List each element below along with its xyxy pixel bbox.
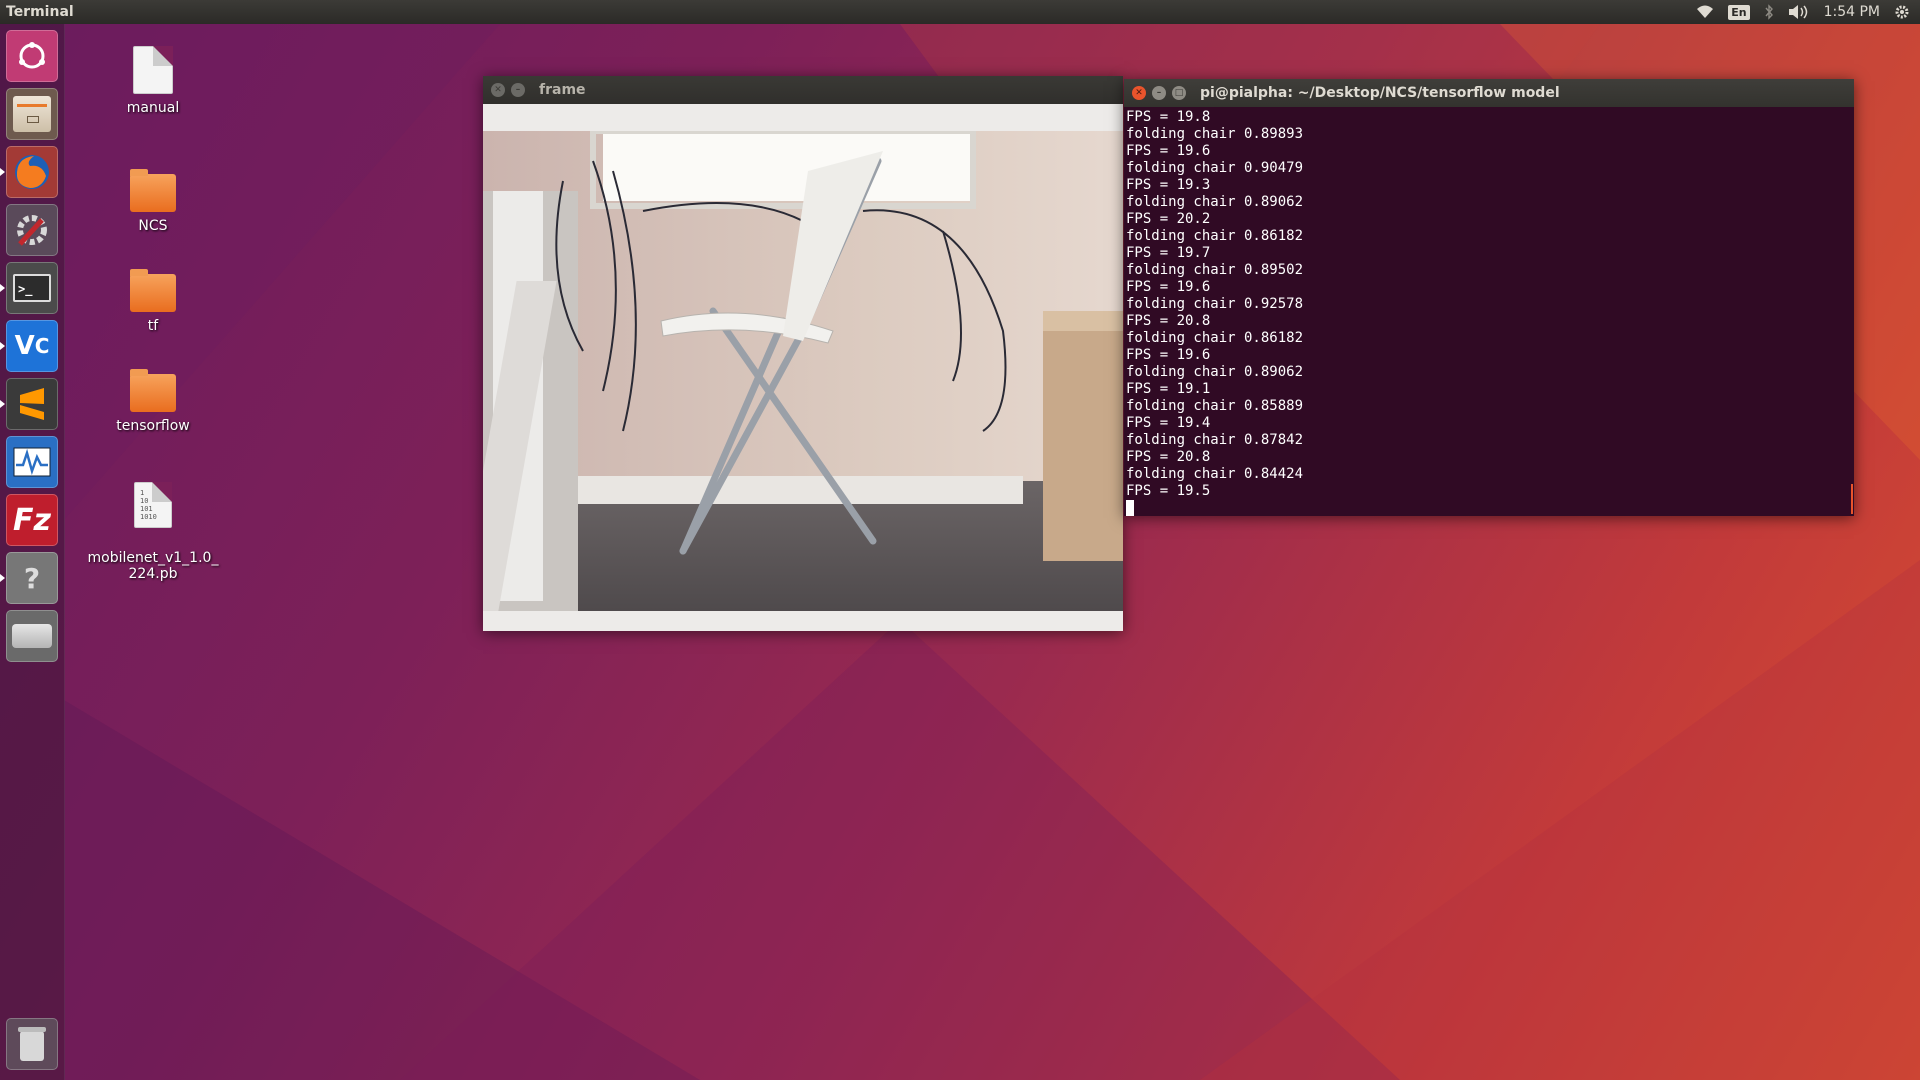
terminal-line: FPS = 19.3: [1126, 177, 1211, 193]
terminal-line: folding chair 0.90479: [1126, 160, 1304, 176]
terminal-prompt-line: [1126, 500, 1854, 516]
desktop-icon-tf[interactable]: tf: [83, 269, 223, 334]
keyboard-language-icon[interactable]: En: [1728, 0, 1750, 24]
text-cursor: [1126, 500, 1134, 516]
launcher-running-pip: [0, 168, 5, 176]
terminal-line: folding chair 0.85889: [1126, 398, 1304, 414]
minimize-button[interactable]: –: [1152, 86, 1166, 100]
folder-icon: [130, 269, 176, 312]
terminal-line: FPS = 19.8: [1126, 109, 1211, 125]
camera-image: [483, 131, 1123, 611]
terminal-line: FPS = 19.1: [1126, 381, 1211, 397]
top-panel: Terminal En 1:54 PM: [0, 0, 1920, 24]
volume-icon[interactable]: [1788, 0, 1810, 24]
bluetooth-icon[interactable]: [1764, 0, 1774, 24]
terminal-line: FPS = 19.5: [1126, 483, 1211, 499]
binary-file-icon: 1 10 101 1010: [134, 482, 172, 528]
launcher-active-pip: [0, 284, 5, 292]
folder-icon: [130, 169, 176, 212]
active-app-title: Terminal: [6, 4, 74, 20]
terminal-line: folding chair 0.84424: [1126, 466, 1304, 482]
terminal-line: folding chair 0.87842: [1126, 432, 1304, 448]
terminal-line: FPS = 20.8: [1126, 449, 1211, 465]
terminal-line: FPS = 20.2: [1126, 211, 1211, 227]
sublime-text-icon[interactable]: [6, 378, 58, 430]
desktop-icon-label: mobilenet_v1_1.0_ 224.pb: [87, 550, 219, 582]
firefox-icon[interactable]: [6, 146, 58, 198]
window-title: pi@pialpha: ~/Desktop/NCS/tensorflow mod…: [1200, 85, 1560, 101]
terminal-line: folding chair 0.89062: [1126, 364, 1304, 380]
desktop-icon-ncs[interactable]: NCS: [83, 169, 223, 234]
terminal-line: FPS = 19.6: [1126, 347, 1211, 363]
settings-gear-icon[interactable]: [1894, 0, 1910, 24]
folder-icon: [130, 369, 176, 412]
terminal-window[interactable]: ✕ – □ pi@pialpha: ~/Desktop/NCS/tensorfl…: [1124, 79, 1854, 516]
launcher-running-pip: [0, 574, 5, 582]
desktop-icon-tensorflow[interactable]: tensorflow: [83, 369, 223, 434]
terminal-line: folding chair 0.89502: [1126, 262, 1304, 278]
terminal-line: FPS = 19.4: [1126, 415, 1211, 431]
wifi-icon[interactable]: [1696, 0, 1714, 24]
drive-icon[interactable]: [6, 610, 58, 662]
terminal-line: FPS = 20.8: [1126, 313, 1211, 329]
desktop-icon-label: tensorflow: [116, 418, 190, 434]
maximize-button[interactable]: □: [1172, 86, 1186, 100]
frame-window[interactable]: ✕ – frame: [483, 76, 1123, 631]
terminal-line: folding chair 0.86182: [1126, 330, 1304, 346]
minimize-button[interactable]: –: [511, 83, 525, 97]
launcher: >_ VC Fz ?: [0, 24, 65, 1080]
terminal-titlebar[interactable]: ✕ – □ pi@pialpha: ~/Desktop/NCS/tensorfl…: [1124, 79, 1854, 107]
terminal-line: FPS = 19.6: [1126, 279, 1211, 295]
help-icon[interactable]: ?: [6, 552, 58, 604]
trash-icon[interactable]: [6, 1018, 58, 1070]
filezilla-icon[interactable]: Fz: [6, 494, 58, 546]
terminal-icon[interactable]: >_: [6, 262, 58, 314]
desktop-icon-label: manual: [126, 100, 180, 116]
frame-content: [483, 104, 1123, 631]
system-settings-icon[interactable]: [6, 204, 58, 256]
desktop-icon-mobilenet-pb[interactable]: 1 10 101 1010 mobilenet_v1_1.0_ 224.pb: [83, 466, 223, 582]
close-button[interactable]: ✕: [491, 83, 505, 97]
close-button[interactable]: ✕: [1132, 86, 1146, 100]
terminal-line: FPS = 19.6: [1126, 143, 1211, 159]
desktop-icon-manual[interactable]: manual: [83, 46, 223, 116]
vnc-viewer-icon[interactable]: VC: [6, 320, 58, 372]
terminal-line: folding chair 0.92578: [1126, 296, 1304, 312]
window-title: frame: [539, 82, 586, 98]
document-icon: [133, 46, 173, 94]
terminal-line: folding chair 0.89893: [1126, 126, 1304, 142]
files-icon[interactable]: [6, 88, 58, 140]
terminal-scroll-indicator[interactable]: [1851, 484, 1853, 514]
terminal-line: folding chair 0.89062: [1126, 194, 1304, 210]
launcher-running-pip: [0, 342, 5, 350]
desktop-icon-label: NCS: [138, 218, 168, 234]
clock[interactable]: 1:54 PM: [1824, 0, 1880, 24]
frame-titlebar[interactable]: ✕ – frame: [483, 76, 1123, 104]
system-monitor-icon[interactable]: [6, 436, 58, 488]
terminal-output[interactable]: FPS = 19.8 folding chair 0.89893 FPS = 1…: [1124, 107, 1854, 516]
terminal-line: folding chair 0.86182: [1126, 228, 1304, 244]
ubuntu-dash-icon[interactable]: [6, 30, 58, 82]
desktop-icon-label: tf: [147, 318, 159, 334]
terminal-line: FPS = 19.7: [1126, 245, 1211, 261]
indicator-area: En 1:54 PM: [1696, 0, 1920, 24]
launcher-running-pip: [0, 400, 5, 408]
